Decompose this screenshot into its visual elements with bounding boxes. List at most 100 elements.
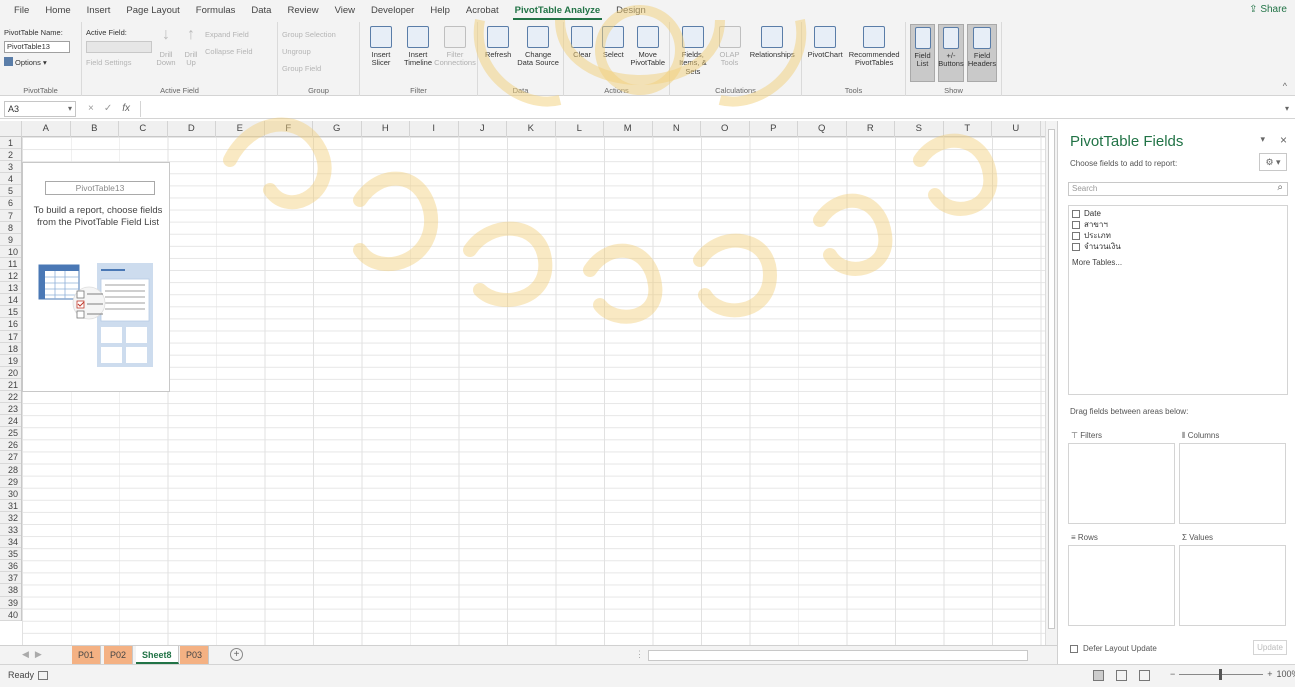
column-header[interactable]: Q bbox=[798, 121, 847, 137]
filters-drop-zone[interactable] bbox=[1068, 443, 1175, 524]
tab-page-layout[interactable]: Page Layout bbox=[118, 0, 187, 22]
field-list-button[interactable]: Field List bbox=[910, 24, 935, 82]
field-checkbox[interactable] bbox=[1072, 242, 1080, 251]
zoom-out-icon[interactable]: − bbox=[1170, 669, 1175, 679]
tab-developer[interactable]: Developer bbox=[363, 0, 422, 22]
row-header[interactable]: 22 bbox=[0, 391, 21, 404]
tab-split-handle[interactable]: ⋮ bbox=[635, 649, 644, 660]
tab-home[interactable]: Home bbox=[37, 0, 78, 22]
sheet-tab-p03[interactable]: P03 bbox=[180, 646, 210, 664]
pivottable-placeholder[interactable]: PivotTable13 To build a report, choose f… bbox=[22, 162, 170, 392]
ungroup-button[interactable]: Ungroup bbox=[282, 45, 336, 59]
row-header[interactable]: 19 bbox=[0, 355, 21, 367]
column-header[interactable]: H bbox=[362, 121, 410, 137]
row-header[interactable]: 29 bbox=[0, 476, 21, 488]
column-header[interactable]: A bbox=[22, 121, 71, 137]
gear-icon[interactable]: ⚙ ▾ bbox=[1259, 153, 1287, 171]
field-headers-button[interactable]: Field Headers bbox=[967, 24, 997, 82]
select-button[interactable]: Select bbox=[599, 24, 627, 82]
values-area[interactable]: Σ Values bbox=[1179, 531, 1286, 626]
insert-function-icon[interactable]: fx bbox=[122, 103, 130, 114]
row-header[interactable]: 39 bbox=[0, 597, 21, 609]
column-header[interactable]: T bbox=[944, 121, 992, 137]
rows-drop-zone[interactable] bbox=[1068, 545, 1175, 626]
share-button[interactable]: ⇪ Share bbox=[1249, 4, 1287, 15]
row-header[interactable]: 8 bbox=[0, 222, 21, 234]
row-header[interactable]: 38 bbox=[0, 584, 21, 597]
column-header[interactable]: M bbox=[604, 121, 653, 137]
row-header[interactable]: 28 bbox=[0, 464, 21, 476]
pane-options-dropdown-icon[interactable]: ▾ bbox=[1260, 134, 1265, 145]
columns-area[interactable]: ⦀ Columns bbox=[1179, 429, 1286, 524]
column-header[interactable]: R bbox=[847, 121, 895, 137]
row-header[interactable]: 12 bbox=[0, 270, 21, 283]
columns-drop-zone[interactable] bbox=[1179, 443, 1286, 524]
formula-input[interactable] bbox=[140, 100, 1279, 117]
row-header[interactable]: 17 bbox=[0, 331, 21, 343]
row-header[interactable]: 15 bbox=[0, 306, 21, 319]
row-header[interactable]: 26 bbox=[0, 439, 21, 452]
column-header[interactable]: U bbox=[992, 121, 1041, 137]
tab-review[interactable]: Review bbox=[279, 0, 326, 22]
zoom-slider-knob[interactable] bbox=[1219, 668, 1223, 680]
row-header[interactable]: 24 bbox=[0, 415, 21, 428]
field-checkbox[interactable] bbox=[1072, 231, 1080, 240]
filters-area[interactable]: ⊤ Filters bbox=[1068, 429, 1175, 524]
column-header[interactable]: G bbox=[313, 121, 362, 137]
field-item-amount[interactable]: จำนวนเงิน bbox=[1072, 241, 1287, 252]
rows-area[interactable]: ≡ Rows bbox=[1068, 531, 1175, 626]
column-header[interactable]: C bbox=[119, 121, 168, 137]
column-header[interactable]: E bbox=[216, 121, 265, 137]
tab-insert[interactable]: Insert bbox=[79, 0, 119, 22]
expand-field-button[interactable]: Expand Field bbox=[205, 28, 253, 42]
vertical-scrollbar[interactable] bbox=[1045, 121, 1057, 645]
cancel-icon[interactable]: × bbox=[88, 103, 94, 114]
field-search-input[interactable]: Search ⌕ bbox=[1068, 182, 1288, 196]
row-header[interactable]: 33 bbox=[0, 524, 21, 537]
row-header[interactable]: 11 bbox=[0, 258, 21, 271]
column-header[interactable]: J bbox=[459, 121, 507, 137]
normal-view-icon[interactable] bbox=[1093, 670, 1104, 681]
row-header[interactable]: 2 bbox=[0, 149, 21, 162]
column-header[interactable]: I bbox=[410, 121, 459, 137]
filter-connections-button[interactable]: Filter Connections bbox=[434, 24, 476, 82]
row-header[interactable]: 16 bbox=[0, 318, 21, 331]
row-header[interactable]: 36 bbox=[0, 560, 21, 573]
column-header[interactable]: D bbox=[168, 121, 216, 137]
page-layout-view-icon[interactable] bbox=[1116, 670, 1127, 681]
tab-file[interactable]: File bbox=[6, 0, 37, 22]
row-header[interactable]: 40 bbox=[0, 609, 21, 621]
add-sheet-icon[interactable]: + bbox=[230, 648, 243, 661]
options-button[interactable]: Options ▾ bbox=[4, 56, 70, 70]
values-drop-zone[interactable] bbox=[1179, 545, 1286, 626]
row-header[interactable]: 35 bbox=[0, 548, 21, 561]
tab-formulas[interactable]: Formulas bbox=[188, 0, 244, 22]
name-box[interactable]: A3 bbox=[4, 100, 76, 117]
enter-icon[interactable]: ✓ bbox=[104, 103, 112, 114]
page-break-view-icon[interactable] bbox=[1139, 670, 1150, 681]
column-header[interactable]: F bbox=[265, 121, 313, 137]
zoom-slider[interactable] bbox=[1179, 668, 1264, 680]
relationships-button[interactable]: Relationships bbox=[747, 24, 797, 82]
row-header[interactable]: 25 bbox=[0, 427, 21, 440]
row-header[interactable]: 34 bbox=[0, 536, 21, 549]
olap-tools-button[interactable]: OLAP Tools bbox=[715, 24, 745, 82]
row-header[interactable]: 1 bbox=[0, 137, 21, 150]
plus-minus-buttons-button[interactable]: +/- Buttons bbox=[938, 24, 964, 82]
zoom-in-icon[interactable]: + bbox=[1267, 669, 1272, 679]
tab-design[interactable]: Design bbox=[608, 0, 654, 22]
row-header[interactable]: 27 bbox=[0, 451, 21, 464]
fields-items-sets-button[interactable]: Fields, Items, & Sets bbox=[674, 24, 712, 82]
row-header[interactable]: 23 bbox=[0, 403, 21, 416]
field-checkbox[interactable] bbox=[1072, 209, 1080, 218]
close-icon[interactable]: × bbox=[1280, 133, 1287, 147]
row-header[interactable]: 37 bbox=[0, 572, 21, 585]
update-button[interactable]: Update bbox=[1253, 640, 1287, 655]
field-checkbox[interactable] bbox=[1072, 220, 1080, 229]
row-header[interactable]: 6 bbox=[0, 197, 21, 210]
expand-formula-icon[interactable]: ▾ bbox=[1285, 104, 1289, 113]
drill-down-button[interactable]: ↓ Drill Down bbox=[155, 24, 177, 82]
row-header[interactable]: 31 bbox=[0, 500, 21, 512]
row-header[interactable]: 14 bbox=[0, 294, 21, 307]
tab-data[interactable]: Data bbox=[243, 0, 279, 22]
